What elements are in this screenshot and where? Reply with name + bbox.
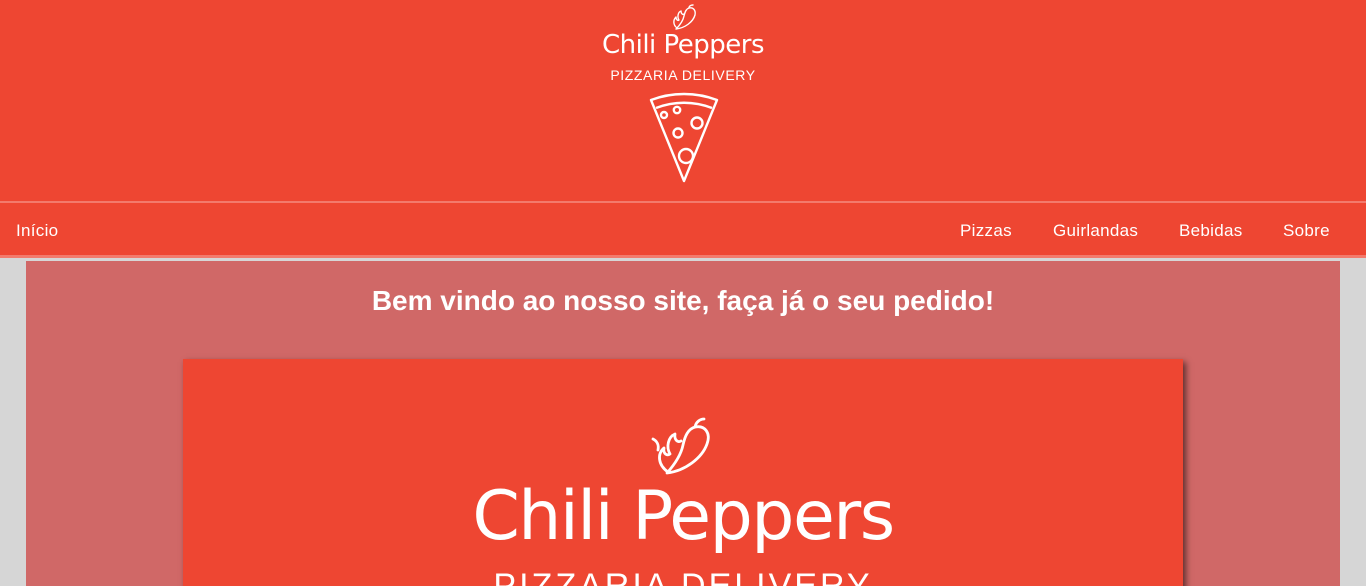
banner-brand-name: Chili Peppers bbox=[472, 477, 895, 556]
nav-link-guirlandas[interactable]: Guirlandas bbox=[1053, 221, 1138, 241]
main-navigation: Início Pizzas Guirlandas Bebidas Sobre bbox=[0, 201, 1366, 258]
nav-link-pizzas[interactable]: Pizzas bbox=[960, 221, 1012, 241]
main-content: Bem vindo ao nosso site, faça já o seu p… bbox=[26, 261, 1340, 586]
brand-name: Chili Peppers bbox=[601, 30, 765, 60]
nav-link-sobre[interactable]: Sobre bbox=[1283, 221, 1330, 241]
chili-pepper-icon bbox=[651, 417, 710, 475]
nav-link-bebidas[interactable]: Bebidas bbox=[1179, 221, 1243, 241]
brand-tagline: PIZZARIA DELIVERY bbox=[610, 67, 756, 83]
brand-banner: Chili Peppers PIZZARIA DELIVERY bbox=[183, 359, 1183, 586]
chili-pepper-icon bbox=[673, 4, 696, 30]
welcome-heading: Bem vindo ao nosso site, faça já o seu p… bbox=[371, 285, 995, 316]
nav-link-inicio[interactable]: Início bbox=[16, 221, 58, 241]
site-header: Chili Peppers PIZZARIA DELIVERY bbox=[0, 0, 1366, 201]
pizza-slice-icon bbox=[649, 92, 719, 183]
banner-tagline: PIZZARIA DELIVERY bbox=[493, 567, 873, 586]
